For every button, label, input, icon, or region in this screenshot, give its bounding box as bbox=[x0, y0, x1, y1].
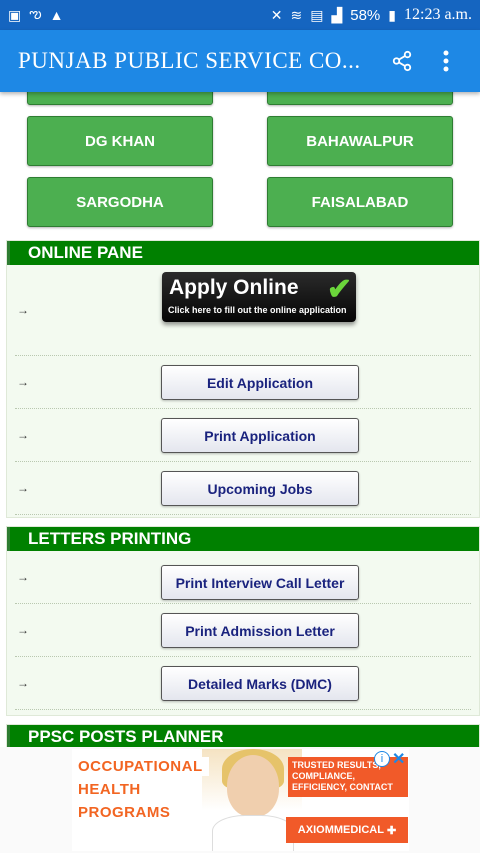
list-item: → Apply Online ✔ Click here to fill out … bbox=[15, 265, 471, 356]
status-system: ✕ ≋ ▤ ▟ 58% ▮ 12:23 a.m. bbox=[271, 6, 472, 24]
apply-online-subtitle: Click here to fill out the online applic… bbox=[168, 305, 347, 315]
app-bar: PUNJAB PUBLIC SERVICE CO... bbox=[0, 30, 480, 92]
city-button-faisalabad[interactable]: FAISALABAD bbox=[267, 177, 453, 227]
ad-brand-name: AXIOMMEDICAL bbox=[297, 824, 384, 836]
battery-icon: ▮ bbox=[388, 6, 396, 23]
share-icon bbox=[392, 50, 412, 72]
plus-cross-icon: ✚ bbox=[386, 824, 397, 837]
list-item: → Print Admission Letter bbox=[15, 604, 471, 657]
list-item: → Print Interview Call Letter bbox=[15, 551, 471, 604]
posts-planner-panel: PPSC POSTS PLANNER bbox=[6, 724, 480, 747]
city-button-bahawalpur[interactable]: BAHAWALPUR bbox=[267, 116, 453, 166]
app-notification-icon: ఌ bbox=[29, 5, 42, 21]
ad-headline-line: HEALTH bbox=[72, 780, 147, 799]
online-pane-heading: ONLINE PANE bbox=[7, 241, 479, 265]
info-icon[interactable]: i bbox=[374, 751, 390, 767]
letters-printing-panel: LETTERS PRINTING → Print Interview Call … bbox=[6, 526, 480, 716]
arrow-icon: → bbox=[17, 375, 29, 389]
gallery-icon: ▣ bbox=[8, 6, 22, 23]
list-item: → Detailed Marks (DMC) bbox=[15, 657, 471, 710]
ad-headline: OCCUPATIONAL HEALTH PROGRAMS bbox=[72, 757, 212, 826]
share-button[interactable] bbox=[380, 39, 424, 83]
apply-online-button[interactable]: Apply Online ✔ Click here to fill out th… bbox=[162, 272, 356, 322]
page-title: PUNJAB PUBLIC SERVICE CO... bbox=[18, 48, 361, 73]
print-application-button[interactable]: Print Application bbox=[161, 418, 359, 453]
arrow-icon: → bbox=[17, 303, 29, 317]
ad-headline-line: PROGRAMS bbox=[72, 803, 177, 822]
ad-banner[interactable]: OCCUPATIONAL HEALTH PROGRAMS TRUSTED RES… bbox=[0, 747, 480, 853]
list-item: → Upcoming Jobs bbox=[15, 462, 471, 515]
status-notifications: ▣ ఌ ▲ bbox=[8, 5, 63, 25]
signal-icon: ▟ bbox=[331, 6, 343, 23]
status-bar: ▣ ఌ ▲ ✕ ≋ ▤ ▟ 58% ▮ 12:23 a.m. bbox=[0, 0, 480, 30]
letters-printing-heading: LETTERS PRINTING bbox=[7, 527, 479, 551]
detailed-marks-button[interactable]: Detailed Marks (DMC) bbox=[161, 666, 359, 701]
city-button[interactable] bbox=[267, 92, 453, 105]
overflow-menu-button[interactable] bbox=[424, 39, 468, 83]
clock: 12:23 a.m. bbox=[404, 6, 472, 23]
edit-application-button[interactable]: Edit Application bbox=[161, 365, 359, 400]
city-button[interactable] bbox=[27, 92, 213, 105]
wifi-icon: ≋ bbox=[290, 6, 303, 23]
arrow-icon: → bbox=[17, 481, 29, 495]
checkmark-icon: ✔ bbox=[326, 273, 352, 306]
ad-brand-button[interactable]: AXIOMMEDICAL ✚ bbox=[286, 817, 408, 843]
ad-tagline: TRUSTED RESULTS, COMPLIANCE, EFFICIENCY,… bbox=[288, 757, 408, 797]
sim-icon: ▤ bbox=[310, 6, 324, 23]
battery-percent: 58% bbox=[350, 6, 381, 24]
print-admission-letter-button[interactable]: Print Admission Letter bbox=[161, 613, 359, 648]
print-interview-call-letter-button[interactable]: Print Interview Call Letter bbox=[161, 565, 359, 600]
app-screen: ▣ ఌ ▲ ✕ ≋ ▤ ▟ 58% ▮ 12:23 a.m. PUNJAB PU… bbox=[0, 0, 480, 853]
more-vert-icon bbox=[443, 50, 449, 72]
ad-photo-face bbox=[227, 755, 279, 817]
main-content[interactable]: DG KHAN BAHAWALPUR SARGODHA FAISALABAD O… bbox=[0, 92, 480, 747]
apply-online-title: Apply Online bbox=[169, 276, 299, 299]
warning-icon: ▲ bbox=[49, 7, 64, 23]
arrow-icon: → bbox=[17, 428, 29, 442]
arrow-icon: → bbox=[17, 676, 29, 690]
list-item: → Print Application bbox=[15, 409, 471, 462]
ad-headline-line: OCCUPATIONAL bbox=[72, 757, 209, 776]
online-pane-panel: ONLINE PANE → Apply Online ✔ Click here … bbox=[6, 240, 480, 518]
close-icon[interactable]: ✕ bbox=[392, 749, 405, 769]
posts-planner-heading: PPSC POSTS PLANNER bbox=[7, 725, 479, 747]
arrow-icon: → bbox=[17, 623, 29, 637]
list-item: → Edit Application bbox=[15, 356, 471, 409]
upcoming-jobs-button[interactable]: Upcoming Jobs bbox=[161, 471, 359, 506]
ad-creative[interactable]: OCCUPATIONAL HEALTH PROGRAMS TRUSTED RES… bbox=[72, 749, 409, 851]
mute-icon: ✕ bbox=[270, 6, 283, 23]
city-button-dg-khan[interactable]: DG KHAN bbox=[27, 116, 213, 166]
city-button-sargodha[interactable]: SARGODHA bbox=[27, 177, 213, 227]
ad-photo-coat bbox=[212, 815, 294, 851]
arrow-icon: → bbox=[17, 570, 29, 584]
